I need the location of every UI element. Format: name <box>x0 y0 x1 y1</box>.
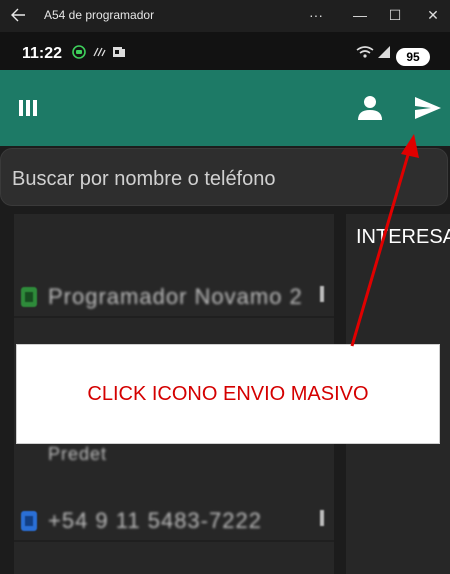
annotation-callout: CLICK ICONO ENVIO MASIVO <box>16 344 440 444</box>
minimize-button[interactable]: — <box>349 4 371 26</box>
list-item[interactable]: +54 9 11 5483-7222 <box>14 496 334 546</box>
columns-icon[interactable] <box>18 98 38 123</box>
wifi-icon <box>356 45 374 64</box>
phone-statusbar: 11:22 <box>0 32 450 70</box>
contact-name: Predet <box>48 444 108 464</box>
send-icon[interactable] <box>414 96 442 125</box>
usb-debug-icon <box>111 45 127 64</box>
contact-name: Programador Novamo 2 <box>48 284 303 309</box>
whatsapp-status-icon <box>72 45 86 64</box>
window-titlebar: A54 de programador ··· — ☐ ✕ <box>0 0 450 32</box>
screen: A54 de programador ··· — ☐ ✕ 11:22 95 Bu… <box>0 0 450 574</box>
battery-indicator: 95 <box>396 48 430 66</box>
more-options-button[interactable]: ··· <box>305 4 327 26</box>
search-area <box>0 146 450 208</box>
status-time: 11:22 <box>22 45 63 62</box>
row-marker <box>320 286 324 302</box>
window-title: A54 de programador <box>44 8 155 22</box>
divider <box>14 316 334 318</box>
back-arrow-icon[interactable] <box>10 6 26 24</box>
close-button[interactable]: ✕ <box>422 4 444 26</box>
signal-icon <box>377 45 391 64</box>
maximize-button[interactable]: ☐ <box>384 4 406 26</box>
contact-avatar-icon <box>20 286 38 308</box>
list-item[interactable]: Programador Novamo 2 <box>14 272 334 322</box>
contact-name: +54 9 11 5483-7222 <box>48 508 262 533</box>
nfc-icon <box>92 45 106 64</box>
row-marker <box>320 510 324 526</box>
annotation-text: CLICK ICONO ENVIO MASIVO <box>87 382 369 405</box>
panel-label: INTERESA <box>356 226 450 248</box>
contact-avatar-icon <box>20 510 38 532</box>
divider <box>14 540 334 542</box>
search-box[interactable] <box>0 148 448 206</box>
app-header <box>0 70 450 146</box>
person-icon[interactable] <box>356 94 384 127</box>
search-input[interactable] <box>12 165 432 193</box>
